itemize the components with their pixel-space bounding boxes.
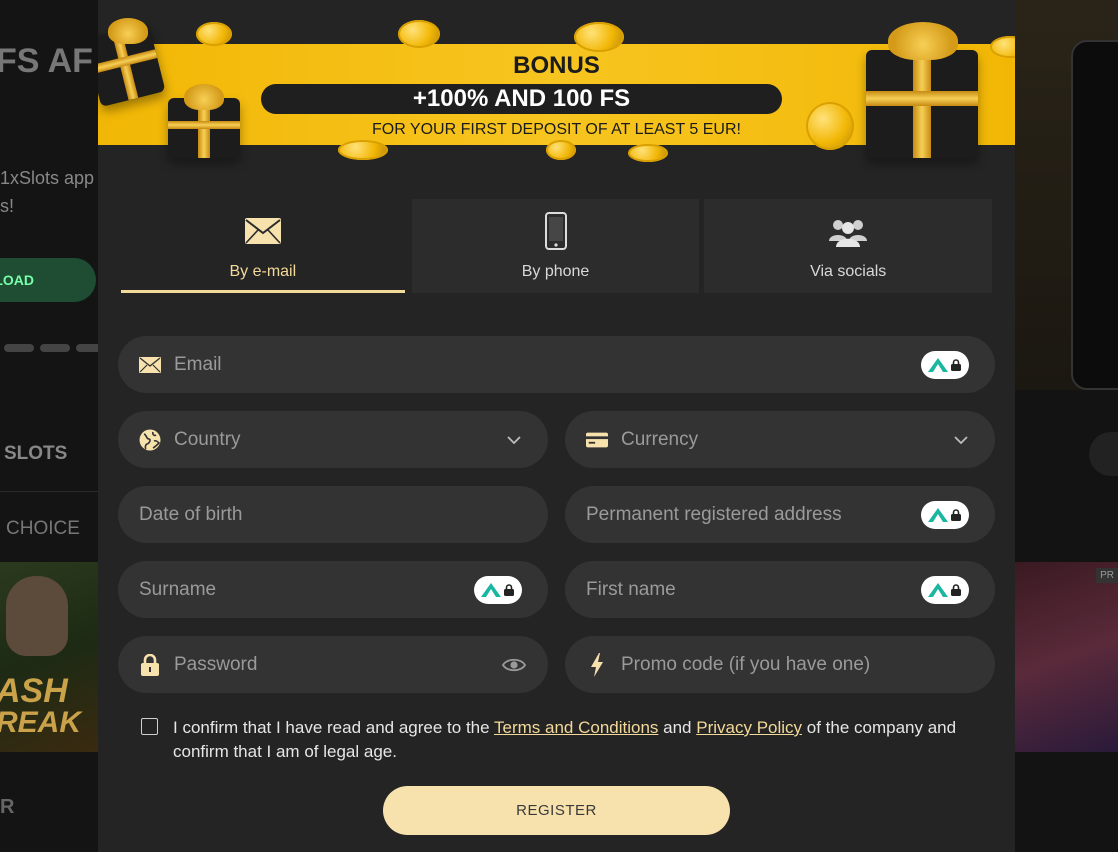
background-carousel-dots: [4, 344, 98, 352]
background-phone-image: [1071, 40, 1118, 390]
globe-icon: [139, 429, 161, 451]
lock-icon: [951, 508, 961, 521]
background-hero-text: 1xSlots app c: [0, 168, 98, 188]
lock-icon: [951, 358, 961, 371]
terms-consent: I confirm that I have read and agree to …: [141, 716, 971, 764]
tab-by-phone[interactable]: By phone: [411, 199, 700, 293]
register-button[interactable]: REGISTER: [383, 786, 730, 835]
gift-bow-icon: [108, 18, 148, 44]
tab-label: Via socials: [810, 263, 887, 280]
coin-icon: [398, 20, 440, 48]
phone-icon: [412, 212, 700, 250]
envelope-icon: [119, 213, 407, 249]
background-divider: [0, 491, 98, 492]
registration-method-tabs: By e-mail By phone Via socials: [119, 199, 993, 293]
currency-input[interactable]: [608, 411, 951, 468]
terms-and-conditions-link[interactable]: Terms and Conditions: [494, 718, 658, 737]
nordpass-lock-badge[interactable]: [921, 350, 969, 379]
background-game-badge: PR: [1096, 568, 1118, 583]
nordpass-icon: [928, 357, 948, 372]
surname-field: [118, 561, 548, 618]
background-game-tile-2: PR: [1015, 562, 1118, 752]
lock-icon: [951, 583, 961, 596]
coin-icon: [196, 22, 232, 46]
address-field: [565, 486, 995, 543]
background-section-slots: SLOTS: [4, 443, 68, 464]
background-game-tile: ASH REAK: [0, 562, 98, 752]
email-input[interactable]: [161, 336, 921, 393]
lightning-icon: [586, 652, 608, 677]
nordpass-lock-badge[interactable]: [921, 500, 969, 529]
date-of-birth-field: [118, 486, 548, 543]
credit-card-icon: [586, 429, 608, 451]
bonus-banner: BONUS +100% AND 100 FS FOR YOUR FIRST DE…: [98, 0, 1015, 172]
consent-text-and: and: [658, 718, 697, 737]
surname-input[interactable]: [118, 561, 474, 618]
background-section-choice: CHOICE: [6, 518, 80, 539]
first-name-input[interactable]: [565, 561, 921, 618]
background-hero-text-2: s!: [0, 196, 15, 216]
first-name-field: [565, 561, 995, 618]
background-hero-title: FS AF: [0, 42, 93, 80]
password-input[interactable]: [161, 636, 501, 693]
lock-icon: [504, 583, 514, 596]
currency-select[interactable]: [565, 411, 995, 468]
privacy-policy-link[interactable]: Privacy Policy: [696, 718, 802, 737]
background-nav-pill: [1089, 432, 1118, 476]
password-field: [118, 636, 548, 693]
tab-label: By e-mail: [229, 263, 297, 280]
nordpass-icon: [481, 582, 501, 597]
chevron-down-icon: [951, 430, 971, 450]
nordpass-icon: [928, 582, 948, 597]
country-select[interactable]: [118, 411, 548, 468]
registration-modal: BONUS +100% AND 100 FS FOR YOUR FIRST DE…: [98, 0, 1015, 852]
nordpass-icon: [928, 507, 948, 522]
background-bottom-text: R: [0, 796, 15, 818]
consent-text-before: I confirm that I have read and agree to …: [173, 718, 494, 737]
tab-by-email[interactable]: By e-mail: [119, 199, 407, 293]
nordpass-lock-badge[interactable]: [921, 575, 969, 604]
nordpass-lock-badge[interactable]: [474, 575, 522, 604]
promo-code-field: [565, 636, 995, 693]
envelope-icon: [139, 354, 161, 376]
background-right-column: PR: [1015, 0, 1118, 852]
background-game-title-2: REAK: [0, 706, 82, 739]
date-of-birth-input[interactable]: [118, 486, 548, 543]
tab-label: By phone: [521, 263, 590, 280]
terms-checkbox[interactable]: [141, 718, 158, 735]
background-game-portrait: [6, 576, 68, 656]
background-left-column: FS AF 1xSlots app c s! LOAD SLOTS CHOICE…: [0, 0, 98, 852]
coin-icon: [574, 22, 624, 52]
bonus-title: BONUS: [513, 52, 600, 79]
bonus-offer: +100% AND 100 FS: [261, 84, 782, 114]
coin-icon: [546, 140, 576, 160]
coin-icon: [628, 144, 668, 162]
gift-bow-icon: [184, 84, 224, 110]
email-field: [118, 336, 995, 393]
lock-icon: [139, 653, 161, 676]
bonus-subtitle: FOR YOUR FIRST DEPOSIT OF AT LEAST 5 EUR…: [372, 121, 741, 138]
chevron-down-icon: [504, 430, 524, 450]
tab-via-socials[interactable]: Via socials: [704, 199, 993, 293]
coin-icon: [338, 140, 388, 160]
terms-consent-text: I confirm that I have read and agree to …: [173, 716, 971, 764]
eye-icon[interactable]: [501, 655, 527, 675]
promo-code-input[interactable]: [608, 636, 995, 693]
users-icon: [704, 213, 992, 249]
address-input[interactable]: [565, 486, 921, 543]
country-input[interactable]: [161, 411, 504, 468]
background-download-button: LOAD: [0, 258, 96, 302]
background-app-promo: [1015, 0, 1118, 390]
